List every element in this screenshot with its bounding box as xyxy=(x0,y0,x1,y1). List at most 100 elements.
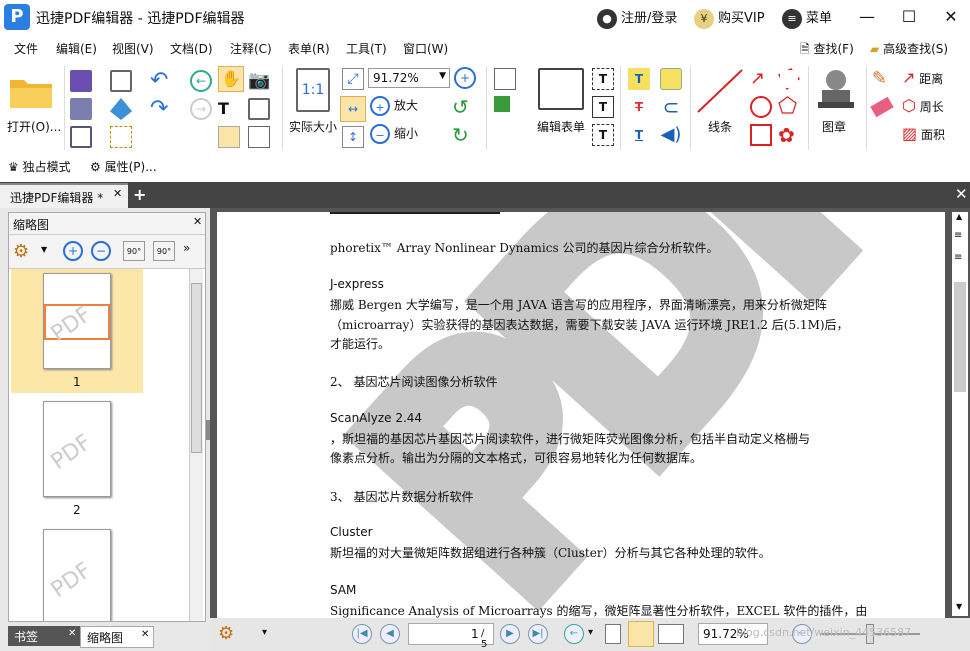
form-text-icon[interactable] xyxy=(494,68,516,90)
fit-width-icon[interactable]: ↔ xyxy=(340,96,366,122)
zoom-select[interactable]: 91.72% ▼ xyxy=(368,68,450,88)
back-icon[interactable]: ← xyxy=(190,70,212,92)
sound-icon[interactable]: ◀) xyxy=(660,124,682,146)
text-box-icon[interactable]: T xyxy=(592,96,614,118)
zoom-out-button[interactable]: − 缩小 xyxy=(370,124,418,144)
login-button[interactable]: ● 注册/登录 xyxy=(597,7,677,29)
continuous-page-icon[interactable] xyxy=(628,621,654,647)
last-page-icon[interactable]: ▶| xyxy=(528,624,548,644)
rotate-right-icon[interactable]: ↻ xyxy=(452,124,474,146)
close-panel-icon[interactable]: ✕ xyxy=(193,215,202,228)
close-tab-icon[interactable]: ✕ xyxy=(68,628,76,639)
new-tab-button[interactable]: + xyxy=(133,185,146,204)
menu-tools[interactable]: 工具(T) xyxy=(346,40,387,57)
typewriter-icon[interactable]: T xyxy=(628,68,650,90)
paste-icon[interactable] xyxy=(248,98,270,120)
fit-page-icon[interactable]: ⤢ xyxy=(342,68,364,90)
new-doc-icon[interactable] xyxy=(110,126,132,148)
menu-view[interactable]: 视图(V) xyxy=(112,40,154,57)
exclusive-mode-button[interactable]: ♛ 独占模式 xyxy=(8,158,71,175)
back-icon[interactable]: ← xyxy=(564,624,584,644)
zoom-in-button[interactable]: + 放大 xyxy=(370,96,418,116)
line-tool-button[interactable] xyxy=(696,66,744,116)
advanced-find-button[interactable]: ▰ 高级查找(S) xyxy=(870,40,948,57)
page-up-icon[interactable]: ≡ xyxy=(954,230,962,241)
text-field-icon[interactable]: T xyxy=(592,68,614,90)
hand-tool-icon[interactable]: ✋ xyxy=(218,66,244,92)
callout-icon[interactable]: T xyxy=(592,124,614,146)
find-button[interactable]: 🗎 查找(F) xyxy=(800,40,854,61)
forward-icon[interactable]: → xyxy=(190,98,212,120)
maximize-button[interactable]: ☐ xyxy=(894,4,924,30)
next-page-icon[interactable]: ▶ xyxy=(500,624,520,644)
history-dropdown-icon[interactable]: ▾ xyxy=(588,627,593,638)
document-tab[interactable]: 迅捷PDF编辑器 * ✕ xyxy=(0,183,128,208)
attach-icon[interactable]: ⊂ xyxy=(660,96,682,118)
tab-thumbnails[interactable]: 缩略图 ✕ xyxy=(80,626,154,648)
edit-page-icon[interactable] xyxy=(248,126,270,148)
status-settings-icon[interactable]: ⚙ xyxy=(218,623,234,644)
strikeout-icon[interactable]: T xyxy=(628,96,650,118)
menu-form[interactable]: 表单(R) xyxy=(288,40,330,57)
rotate-left-90-icon[interactable]: 90° xyxy=(123,241,145,261)
select-text-icon[interactable]: T xyxy=(218,98,240,120)
page-up-icon[interactable]: ≡ xyxy=(954,252,962,263)
rotate-left-icon[interactable]: ↺ xyxy=(452,96,474,118)
undo-icon[interactable]: ↶ xyxy=(150,70,172,92)
prev-page-icon[interactable]: ◀ xyxy=(380,624,400,644)
scroll-down-icon[interactable]: ▼ xyxy=(956,602,962,611)
pencil-icon[interactable]: ✎ xyxy=(872,68,894,90)
menu-file[interactable]: 文件 xyxy=(14,40,38,57)
cloud-icon[interactable]: ✿ xyxy=(778,124,800,146)
tab-bookmarks[interactable]: 书签 ✕ xyxy=(8,626,80,646)
export-icon[interactable] xyxy=(70,126,92,148)
menu-button[interactable]: ≡ 菜单 xyxy=(782,7,832,29)
minimize-button[interactable]: — xyxy=(852,4,882,30)
edit-form-icon[interactable] xyxy=(538,68,584,110)
first-page-icon[interactable]: |◀ xyxy=(352,624,372,644)
buy-vip-button[interactable]: ¥ 购买VIP xyxy=(694,7,765,29)
annotation-select-icon[interactable] xyxy=(218,126,240,148)
redo-icon[interactable]: ↷ xyxy=(150,98,172,120)
rotate-right-90-icon[interactable]: 90° xyxy=(153,241,175,261)
thumb-zoom-in-icon[interactable]: + xyxy=(63,241,83,261)
menu-document[interactable]: 文档(D) xyxy=(170,40,213,57)
more-options-icon[interactable]: » xyxy=(183,241,190,255)
settings-gear-icon[interactable]: ⚙ xyxy=(13,241,29,262)
scroll-thumb[interactable] xyxy=(191,283,202,453)
print-icon[interactable] xyxy=(70,98,92,120)
page-number-input[interactable]: 1 / 5 xyxy=(408,623,494,650)
thumbnail-scrollbar[interactable] xyxy=(189,269,203,621)
ellipse-icon[interactable] xyxy=(750,96,772,118)
thumbnail-page-2[interactable]: PDF 2 xyxy=(11,397,143,521)
arrow-icon[interactable]: ↗ xyxy=(750,68,772,90)
thumb-zoom-out-icon[interactable]: − xyxy=(91,241,111,261)
single-page-icon[interactable] xyxy=(605,624,621,644)
open-button[interactable] xyxy=(8,72,56,112)
menu-window[interactable]: 窗口(W) xyxy=(403,40,448,57)
menu-comment[interactable]: 注释(C) xyxy=(230,40,272,57)
scroll-up-icon[interactable]: ▲ xyxy=(956,212,962,221)
facing-pages-icon[interactable] xyxy=(658,624,684,644)
note-icon[interactable] xyxy=(660,68,682,90)
thumbnail-page-3[interactable]: PDF xyxy=(11,525,143,621)
perimeter-button[interactable]: ⬡ 周长 xyxy=(902,96,944,115)
close-window-button[interactable]: ✕ xyxy=(936,4,966,30)
save-icon[interactable] xyxy=(70,70,92,92)
email-icon[interactable] xyxy=(110,70,132,92)
underline-icon[interactable]: T xyxy=(628,124,650,146)
menu-edit[interactable]: 编辑(E) xyxy=(56,40,97,57)
close-tab-icon[interactable]: ✕ xyxy=(113,187,122,200)
document-scrollbar[interactable]: ▲ ≡ ≡ ▼ xyxy=(952,212,968,616)
zoom-tool-icon[interactable]: + xyxy=(454,67,476,89)
area-button[interactable]: ▨ 面积 xyxy=(902,124,945,143)
rectangle-icon[interactable] xyxy=(750,124,772,146)
thumbnail-page-1[interactable]: PDF 1 xyxy=(11,269,143,393)
polygon-icon[interactable]: ⬠ xyxy=(778,96,800,118)
scroll-thumb[interactable] xyxy=(954,282,966,392)
properties-button[interactable]: ⚙ 属性(P)... xyxy=(90,158,157,175)
actual-size-icon[interactable]: 1:1 xyxy=(296,68,330,112)
stamp-button[interactable] xyxy=(814,66,858,114)
distance-button[interactable]: ↗ 距离 xyxy=(902,68,943,87)
fit-visible-icon[interactable]: ↕ xyxy=(342,126,364,148)
